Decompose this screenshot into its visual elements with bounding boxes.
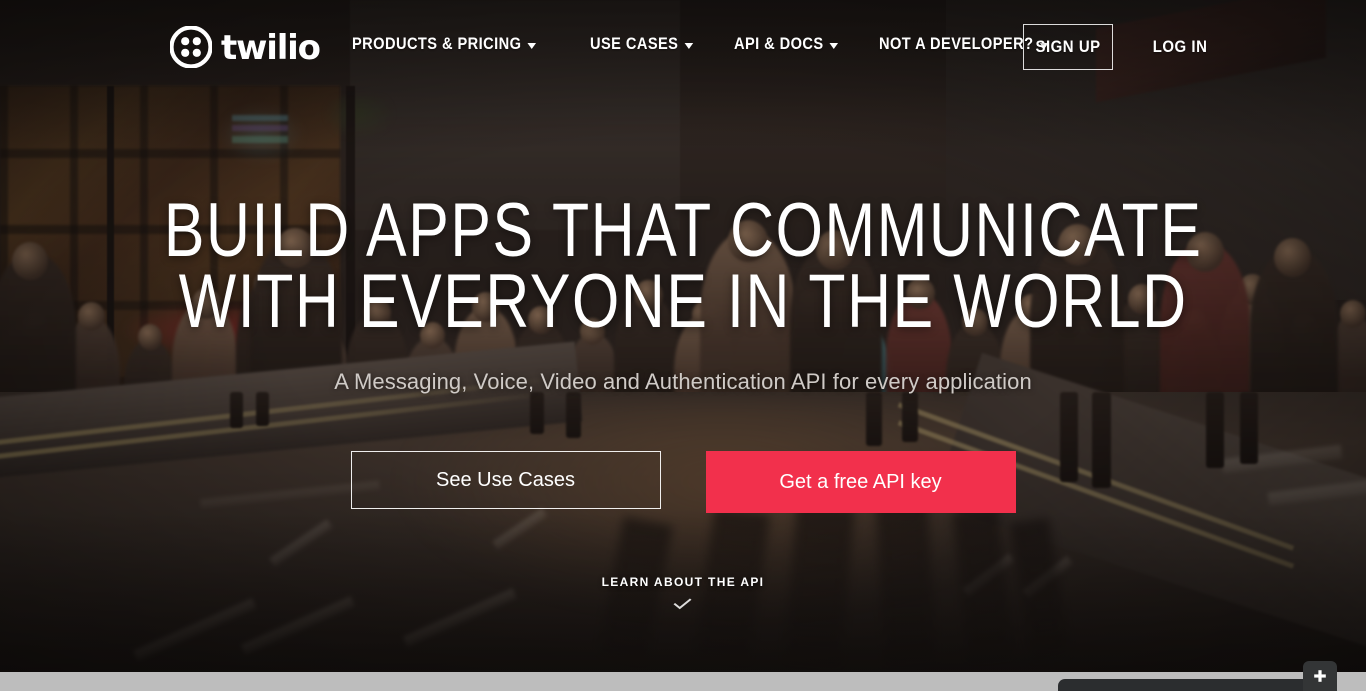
nav-item-label: API & DOCS: [733, 34, 824, 53]
main-navigation: PRODUCTS & PRICING USE CASES API & DOCS …: [352, 30, 1076, 58]
sign-up-button[interactable]: SIGN UP: [1022, 24, 1113, 70]
site-header: twilio PRODUCTS & PRICING USE CASES API …: [0, 0, 1366, 90]
chat-widget-panel[interactable]: [1058, 679, 1330, 691]
twilio-logo[interactable]: twilio: [170, 26, 321, 68]
hero-headline-line-2: WITH EVERYONE IN THE WORLD: [178, 258, 1188, 344]
hero-section: twilio PRODUCTS & PRICING USE CASES API …: [0, 0, 1366, 672]
sign-up-label: SIGN UP: [1035, 37, 1101, 56]
get-free-api-key-button[interactable]: Get a free API key: [705, 451, 1016, 514]
nav-item-products-pricing[interactable]: PRODUCTS & PRICING: [352, 30, 537, 58]
hero-subheadline: A Messaging, Voice, Video and Authentica…: [334, 369, 1032, 395]
nav-item-label: PRODUCTS & PRICING: [352, 34, 522, 53]
caret-down-icon: [829, 43, 838, 49]
auth-buttons: SIGN UP LOG IN: [1022, 24, 1211, 70]
nav-item-label: USE CASES: [589, 34, 679, 53]
caret-down-icon: [527, 43, 537, 49]
hero-content: BUILD APPS THAT COMMUNICATE WITH EVERYON…: [0, 0, 1366, 672]
nav-item-use-cases[interactable]: USE CASES: [590, 30, 693, 58]
caret-down-icon: [684, 43, 693, 49]
chat-widget-expand-button[interactable]: [1303, 661, 1337, 691]
log-in-button[interactable]: LOG IN: [1149, 37, 1211, 57]
learn-about-api-label: LEARN ABOUT THE API: [601, 575, 765, 590]
plus-icon: [1314, 670, 1326, 682]
log-in-label: LOG IN: [1152, 37, 1208, 56]
hero-cta-row: See Use Cases Get a free API key: [350, 451, 1016, 514]
nav-item-api-docs[interactable]: API & DOCS: [734, 30, 838, 58]
twilio-dots-logo-icon: [170, 26, 212, 68]
see-use-cases-button[interactable]: See Use Cases: [350, 451, 661, 510]
nav-item-label: NOT A DEVELOPER?: [878, 34, 1034, 53]
chevron-down-icon: [673, 595, 692, 610]
hero-headline: BUILD APPS THAT COMMUNICATE WITH EVERYON…: [34, 188, 1332, 344]
logo-wordmark: twilio: [221, 28, 321, 68]
learn-about-api-scroll-link[interactable]: LEARN ABOUT THE API: [601, 575, 765, 610]
hero-headline-line-1: BUILD APPS THAT COMMUNICATE: [163, 188, 1203, 273]
